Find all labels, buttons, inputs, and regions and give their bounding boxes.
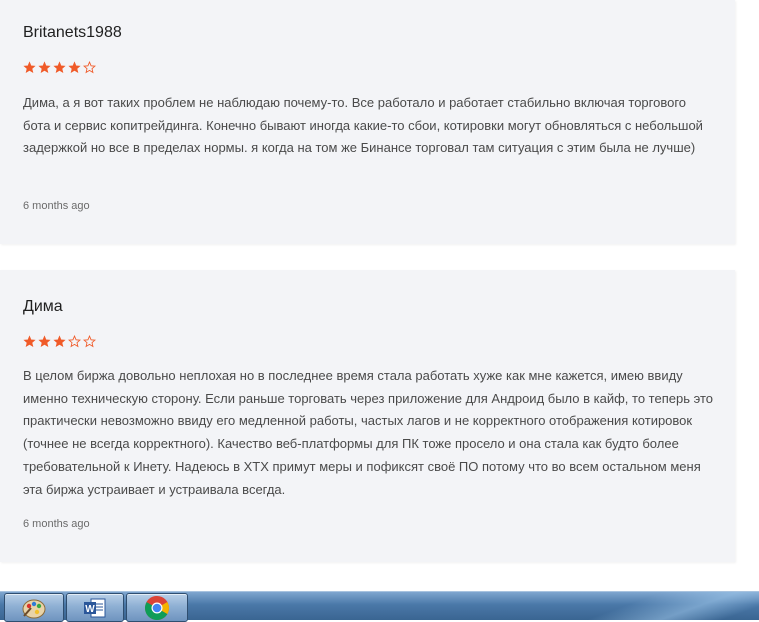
star-empty-icon — [83, 335, 96, 348]
star-empty-icon — [68, 335, 81, 348]
svg-text:W: W — [85, 604, 95, 615]
star-empty-icon — [83, 61, 96, 74]
word-icon: W — [84, 598, 106, 617]
review-author: Дима — [23, 298, 63, 315]
taskbar-button-chrome[interactable] — [126, 593, 188, 622]
star-filled-icon — [53, 61, 66, 74]
review-author: Britanets1988 — [23, 24, 122, 41]
taskbar-button-word[interactable]: W — [66, 593, 124, 622]
paint-icon — [22, 599, 46, 618]
review-text: Дима, а я вот таких проблем не наблюдаю … — [23, 95, 703, 156]
star-rating — [23, 335, 96, 348]
star-filled-icon — [53, 335, 66, 348]
star-filled-icon — [38, 61, 51, 74]
review-date: 6 months ago — [23, 518, 90, 530]
taskbar: W — [0, 591, 759, 622]
star-filled-icon — [38, 335, 51, 348]
taskbar-decoration — [589, 592, 759, 620]
star-filled-icon — [23, 61, 36, 74]
chrome-icon — [144, 595, 169, 620]
taskbar-button-paint[interactable] — [4, 593, 64, 622]
star-rating — [23, 61, 96, 74]
star-filled-icon — [23, 335, 36, 348]
review-date: 6 months ago — [23, 200, 90, 212]
review-card: Britanets1988 Дима, а я вот таких пробле… — [0, 0, 735, 244]
review-card: Дима В целом биржа довольно неплохая но … — [0, 270, 735, 562]
review-text: В целом биржа довольно неплохая но в пос… — [23, 368, 713, 497]
star-filled-icon — [68, 61, 81, 74]
